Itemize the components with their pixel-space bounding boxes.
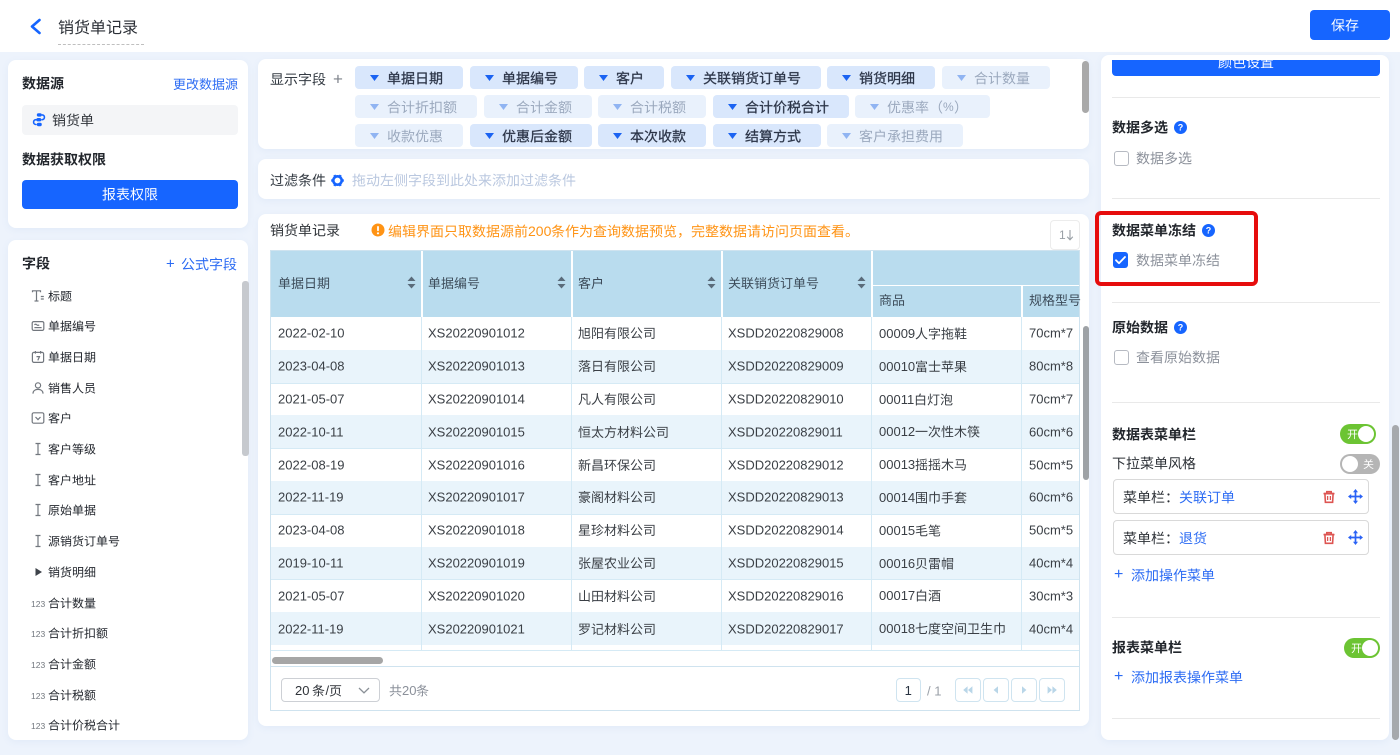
- svg-text:123: 123: [31, 629, 45, 639]
- svg-text:?: ?: [1178, 122, 1184, 132]
- svg-text:?: ?: [1178, 322, 1184, 332]
- svg-text:123: 123: [31, 599, 45, 609]
- svg-text:123: 123: [31, 721, 45, 731]
- svg-text:123: 123: [31, 660, 45, 670]
- svg-text:?: ?: [1206, 225, 1212, 235]
- svg-text:123: 123: [31, 691, 45, 701]
